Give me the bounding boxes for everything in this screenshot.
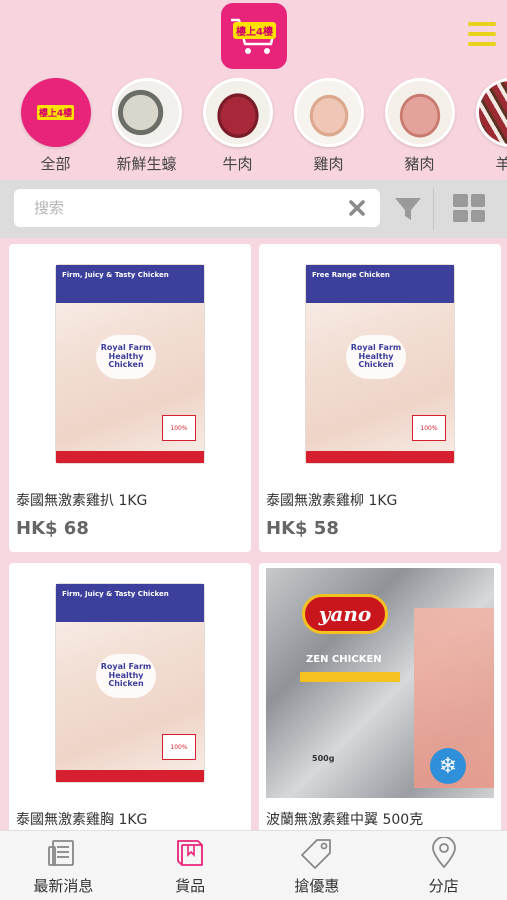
bag-title: Free Range Chicken [306,265,454,303]
category-lamb[interactable]: 羊肉 [465,78,507,174]
bag-title: Firm, Juicy & Tasty Chicken [56,584,204,622]
hamburger-menu-icon[interactable] [468,22,496,46]
product-name[interactable]: 泰國無激素雞胸 1KG [16,809,147,829]
category-all[interactable]: 樓上4樓 全部 [10,78,101,174]
product-image[interactable]: Firm, Juicy & Tasty Chicken Royal Farm H… [9,244,251,484]
clear-icon[interactable] [348,199,366,217]
natural-badge: 100% [162,734,196,760]
book-icon [177,840,204,866]
yano-logo: yano [302,594,388,634]
cart-icon: 樓上4樓 [229,16,279,56]
grid-view-icon[interactable] [453,194,485,222]
product-card[interactable]: Free Range Chicken Royal Farm Healthy Ch… [259,244,501,552]
beef-thumb[interactable] [202,78,273,147]
bag-brand: ZEN CHICKEN [306,654,382,665]
category-bar[interactable]: 樓上4樓 全部 新鮮生蠔 牛肉 雞肉 豬肉 羊肉 [0,78,507,174]
category-label: 全部 [40,155,71,173]
category-label: 牛肉 [222,155,253,173]
natural-badge: 100% [412,415,446,441]
divider [433,188,434,230]
category-label: 新鮮生蠔 [116,155,177,173]
product-name[interactable]: 泰國無激素雞扒 1KG [16,490,147,510]
pork-thumb[interactable] [384,78,455,147]
product-image[interactable]: Free Range Chicken Royal Farm Healthy Ch… [259,244,501,484]
product-image[interactable]: Firm, Juicy & Tasty Chicken Royal Farm H… [9,563,251,803]
bag-brand: Royal Farm Healthy Chicken [96,654,156,698]
bottom-navigation: 最新消息 貨品 搶優惠 分店 [0,830,507,900]
category-label: 羊肉 [495,155,507,173]
search-input[interactable] [34,199,334,217]
nav-news[interactable]: 最新消息 [0,831,127,900]
location-pin-icon [431,837,456,869]
category-chicken[interactable]: 雞肉 [283,78,374,174]
nav-stores[interactable]: 分店 [380,831,507,900]
nav-label: 分店 [428,877,459,895]
nav-deals[interactable]: 搶優惠 [254,831,381,900]
nav-label: 貨品 [175,877,206,895]
app-header: 樓上4樓 樓上4樓 全部 新鮮生蠔 牛肉 雞肉 豬肉 羊肉 [0,0,507,180]
news-icon [48,840,75,866]
nav-products[interactable]: 貨品 [127,831,254,900]
category-oyster[interactable]: 新鮮生蠔 [101,78,192,174]
all-tag: 樓上4樓 [36,105,75,120]
nav-label: 搶優惠 [294,877,340,895]
product-price: HK$ 68 [16,518,89,539]
product-name[interactable]: 波蘭無激素雞中翼 500克 [266,809,423,829]
store-logo[interactable]: 樓上4樓 [221,3,287,69]
category-label: 雞肉 [313,155,344,173]
tag-icon [300,839,331,869]
oyster-thumb[interactable] [111,78,182,147]
product-card[interactable]: Firm, Juicy & Tasty Chicken Royal Farm H… [9,563,251,830]
product-card[interactable]: Firm, Juicy & Tasty Chicken Royal Farm H… [9,244,251,552]
product-name[interactable]: 泰國無激素雞柳 1KG [266,490,397,510]
category-beef[interactable]: 牛肉 [192,78,283,174]
search-field[interactable] [14,189,380,227]
product-card[interactable]: yano ZEN CHICKEN 500g ❄ 波蘭無激素雞中翼 500克 [259,563,501,830]
chicken-bag-image: Firm, Juicy & Tasty Chicken Royal Farm H… [55,583,205,783]
filter-icon[interactable] [393,194,423,224]
weight-label: 500g [312,754,335,763]
frozen-chicken-bag-image: yano ZEN CHICKEN 500g ❄ [266,568,494,798]
logo-text: 樓上4樓 [233,22,276,39]
nav-label: 最新消息 [33,877,94,895]
chicken-bag-image: Firm, Juicy & Tasty Chicken Royal Farm H… [55,264,205,464]
bag-brand: Royal Farm Healthy Chicken [346,335,406,379]
bag-title: Firm, Juicy & Tasty Chicken [56,265,204,303]
snowflake-icon: ❄ [430,748,466,784]
lamb-thumb[interactable] [475,78,507,147]
product-grid: Firm, Juicy & Tasty Chicken Royal Farm H… [0,238,507,830]
chicken-thumb[interactable] [293,78,364,147]
bag-brand: Royal Farm Healthy Chicken [96,335,156,379]
category-pork[interactable]: 豬肉 [374,78,465,174]
natural-badge: 100% [162,415,196,441]
product-price: HK$ 58 [266,518,339,539]
chicken-bag-image: Free Range Chicken Royal Farm Healthy Ch… [305,264,455,464]
search-bar [0,180,507,238]
category-all-thumb[interactable]: 樓上4樓 [20,78,91,147]
category-label: 豬肉 [404,155,435,173]
product-image[interactable]: yano ZEN CHICKEN 500g ❄ [259,563,501,803]
